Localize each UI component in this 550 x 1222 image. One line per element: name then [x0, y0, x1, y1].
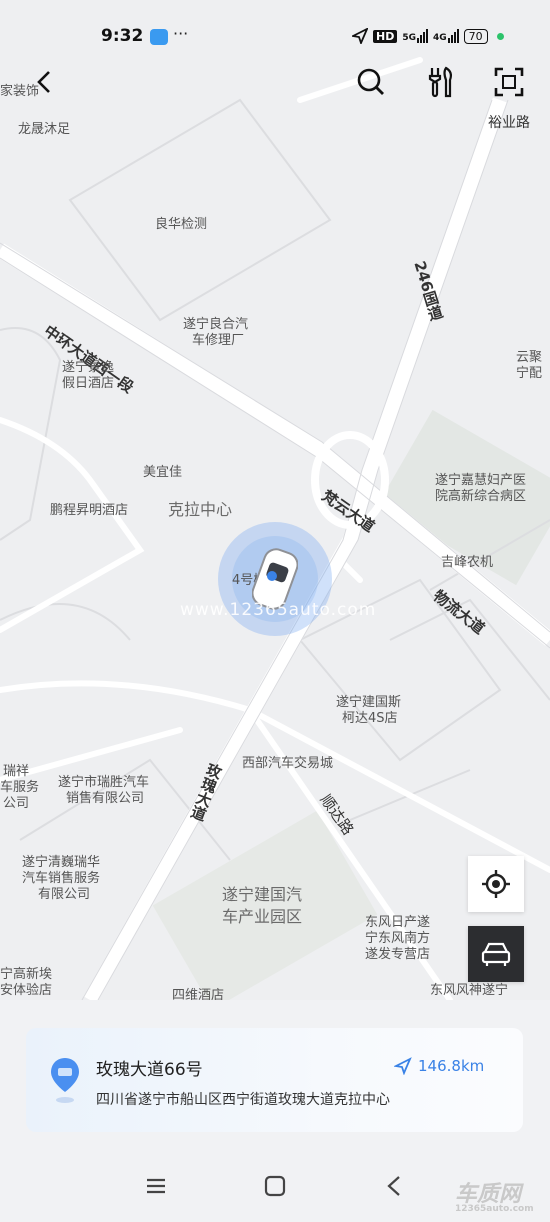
hd-icon: HD [373, 29, 398, 43]
battery-icon: 70 [463, 28, 488, 44]
road-label-yuye: 裕业路 [488, 115, 530, 131]
cloud-icon [150, 29, 168, 45]
poi-label: 院高新综合病区 [435, 489, 527, 504]
poi-label: 遂宁建国汽 [222, 885, 303, 904]
poi-label: 东风日产遂 [365, 915, 431, 930]
square-home-icon [264, 1175, 286, 1197]
location-pin-icon [51, 1058, 79, 1103]
poi-label: 公司 [3, 796, 30, 811]
poi-label: 有限公司 [38, 887, 91, 902]
locate-button[interactable] [468, 856, 524, 912]
back-button[interactable] [24, 62, 64, 102]
menu-button[interactable] [136, 1168, 176, 1204]
poi-label: 东风风神遂宁 [430, 983, 509, 998]
search-icon [357, 68, 384, 95]
menu-icon [147, 1178, 165, 1194]
scan-button[interactable] [489, 62, 529, 102]
poi-label: 柯达4S店 [342, 711, 398, 726]
car-icon [481, 942, 511, 966]
location-card[interactable]: 玫瑰大道66号 146.8km 四川省遂宁市船山区西宁街道玫瑰大道克拉中心 [26, 1028, 523, 1132]
poi-label: 遂宁市瑞胜汽车 [58, 775, 150, 790]
poi-label: 宁高新埃 [0, 967, 53, 982]
poi-label: 宁配 [516, 366, 543, 381]
poi-label: 遂宁清巍瑞华 [22, 855, 101, 870]
poi-label: 销售有限公司 [66, 791, 145, 806]
poi-label: 假日酒店 [62, 376, 115, 391]
poi-label: 良华检测 [155, 217, 208, 232]
nav-back-button[interactable] [374, 1168, 414, 1204]
scan-icon [494, 67, 524, 97]
poi-label: 鹏程昇明酒店 [50, 503, 129, 518]
poi-label: 安体验店 [0, 983, 53, 998]
status-right: HD 5G 4G 70 [352, 28, 504, 44]
poi-label: 云聚 [516, 350, 543, 365]
watermark: www.12365auto.com [180, 600, 377, 620]
poi-label: 美宜佳 [143, 465, 183, 480]
search-button[interactable] [351, 62, 391, 102]
location-arrow-icon [352, 28, 368, 44]
tools-icon [428, 66, 452, 98]
poi-label: 车修理厂 [192, 333, 245, 348]
triangle-back-icon [387, 1176, 400, 1196]
map-view[interactable]: 中环大道西一段 246国道 梵云大道 物流大道 玫瑰大道 顺达路 裕业路 家装饰… [0, 0, 550, 1000]
location-title: 玫瑰大道66号 [96, 1060, 203, 1080]
watermark-logo: 车质网 12365auto.com [455, 1182, 534, 1214]
status-time: 9:32 [101, 26, 144, 46]
poi-label: 车服务 [0, 780, 40, 795]
crosshair-icon [482, 870, 510, 898]
navigate-arrow-icon [394, 1057, 412, 1075]
poi-label: 车产业园区 [222, 907, 303, 926]
signal-5g-icon: 5G [402, 29, 428, 43]
poi-label: 吉峰农机 [441, 555, 494, 570]
location-address: 四川省遂宁市船山区西宁街道玫瑰大道克拉中心 [96, 1092, 390, 1108]
poi-label: 龙晟沐足 [18, 122, 71, 137]
poi-label: 遂发专营店 [365, 947, 431, 962]
poi-label: 遂宁建国斯 [336, 695, 402, 710]
poi-label: 宁东风南方 [365, 931, 431, 946]
tools-button[interactable] [421, 62, 461, 102]
poi-label-kela: 克拉中心 [168, 500, 233, 519]
poi-label: 四维酒店 [172, 988, 225, 1000]
poi-label: 汽车销售服务 [22, 871, 101, 886]
signal-4g-icon: 4G [433, 29, 459, 43]
distance-button[interactable]: 146.8km [394, 1057, 484, 1075]
poi-label: 遂宁良合汽 [183, 317, 249, 332]
status-bar: 9:32 ··· HD 5G 4G 70 [0, 0, 550, 60]
poi-label: 瑞祥 [3, 764, 30, 779]
poi-label: 遂宁嘉慧妇产医 [435, 473, 527, 488]
chevron-left-icon [37, 71, 50, 93]
vehicle-button[interactable] [468, 926, 524, 982]
home-button[interactable] [255, 1168, 295, 1204]
poi-label: 西部汽车交易城 [242, 756, 334, 771]
online-dot-icon [496, 32, 504, 40]
more-notifications-icon: ··· [173, 24, 189, 43]
poi-label: 遂宁景逸 [62, 360, 115, 375]
distance-value: 146.8km [418, 1057, 485, 1075]
